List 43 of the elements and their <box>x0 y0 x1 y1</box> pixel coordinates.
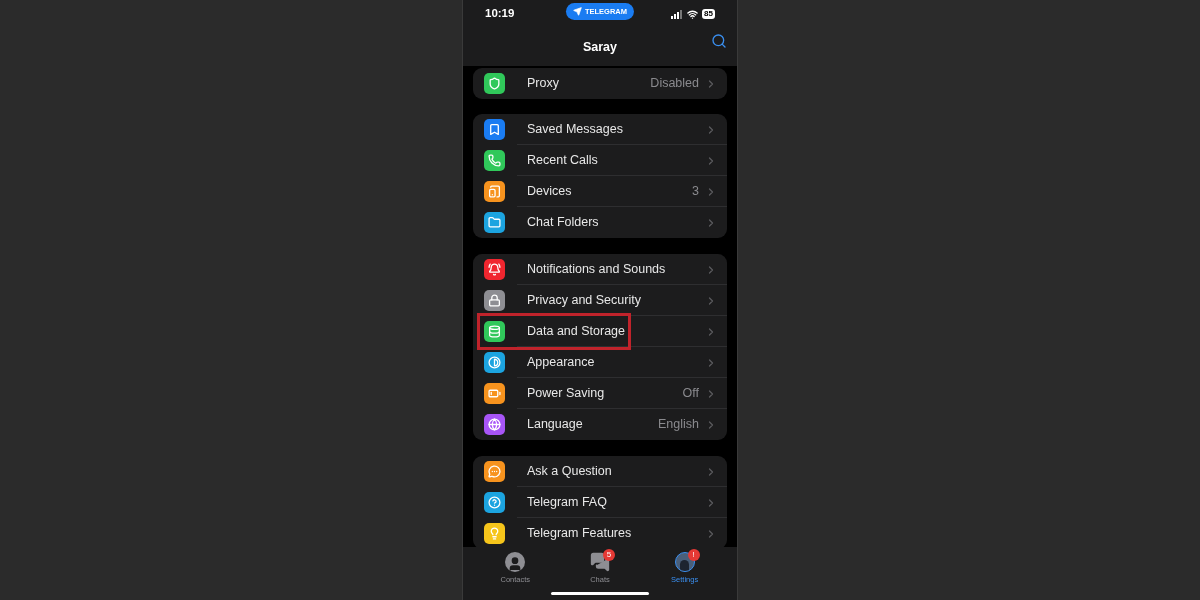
settings-row[interactable]: Language English <box>473 409 727 440</box>
settings-row[interactable]: Power Saving Off <box>473 378 727 409</box>
row-label: Chat Folders <box>527 214 599 232</box>
signal-icon <box>671 9 684 19</box>
row-label: Data and Storage <box>527 323 625 341</box>
avatar-icon <box>674 552 695 572</box>
settings-row[interactable]: Notifications and Sounds <box>473 254 727 285</box>
battery-indicator: 85 <box>702 9 715 19</box>
settings-row[interactable]: Data and Storage <box>473 316 727 347</box>
row-label: Saved Messages <box>527 121 623 139</box>
row-value: 3 <box>692 183 699 201</box>
row-label: Devices <box>527 183 572 201</box>
wifi-icon <box>687 8 699 20</box>
row-label: Ask a Question <box>527 463 612 481</box>
settings-row[interactable]: Saved Messages <box>473 114 727 145</box>
nav-title: Saray <box>582 38 618 56</box>
settings-row[interactable]: Devices 3 <box>473 176 727 207</box>
row-label: Power Saving <box>527 385 605 403</box>
settings-row[interactable]: Recent Calls <box>473 145 727 176</box>
person-icon <box>505 552 526 572</box>
search-icon[interactable] <box>711 33 727 49</box>
row-label: Proxy <box>527 75 559 93</box>
settings-row[interactable]: Telegram Features <box>473 518 727 547</box>
row-label: Privacy and Security <box>527 292 641 310</box>
row-label: Telegram FAQ <box>527 494 607 512</box>
row-label: Telegram Features <box>527 525 632 543</box>
row-label: Appearance <box>527 354 595 372</box>
chat-bubbles-icon <box>590 552 610 572</box>
row-label: Notifications and Sounds <box>527 261 666 279</box>
settings-row[interactable]: Ask a Question <box>473 456 727 487</box>
settings-row[interactable]: Chat Folders <box>473 207 727 238</box>
settings-row[interactable]: Telegram FAQ <box>473 487 727 518</box>
row-value: Off <box>682 385 699 403</box>
row-value: Disabled <box>650 75 699 93</box>
settings-row[interactable]: Appearance <box>473 347 727 378</box>
settings-row[interactable]: Privacy and Security <box>473 285 727 316</box>
row-value: English <box>658 416 699 434</box>
paper-plane-icon <box>572 7 582 16</box>
row-label: Language <box>527 416 583 434</box>
tab-badge: ! <box>687 549 700 561</box>
settings-row[interactable]: Proxy Disabled <box>473 68 727 99</box>
row-label: Recent Calls <box>527 152 598 170</box>
status-time: 10:19 <box>485 6 515 22</box>
